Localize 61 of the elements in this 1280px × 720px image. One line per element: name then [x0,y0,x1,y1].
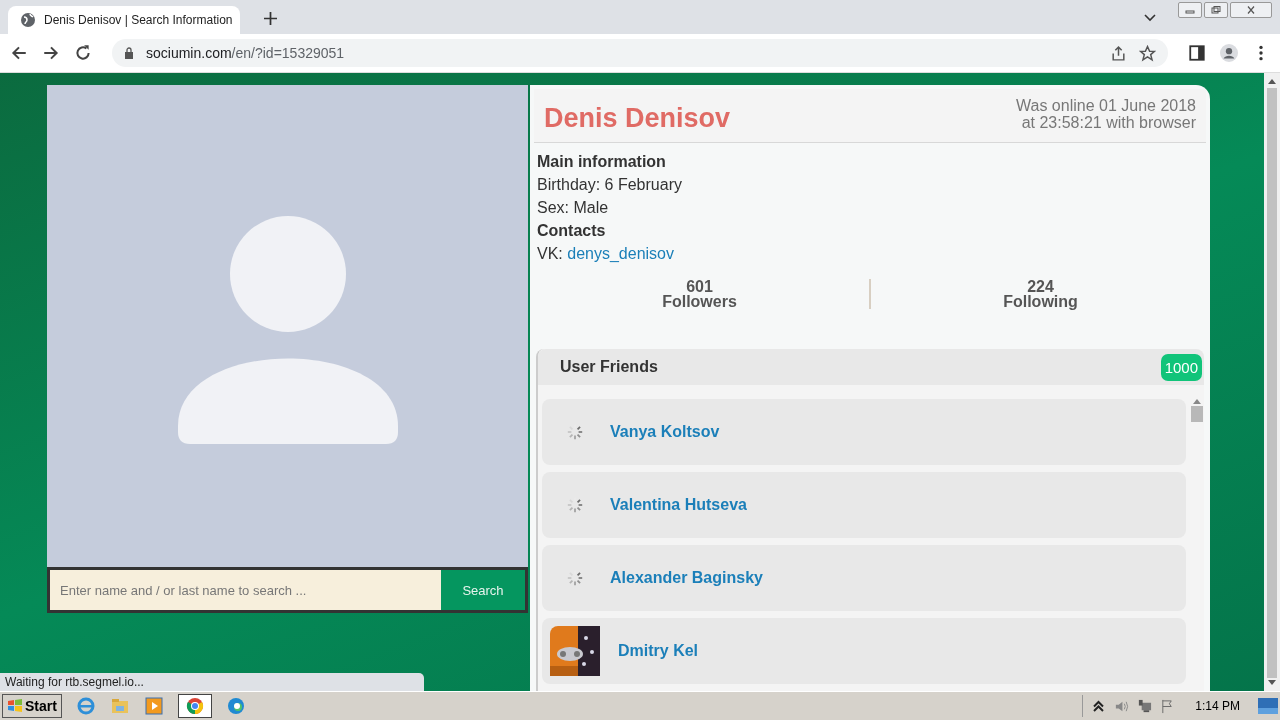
status-bar: Waiting for rtb.segmel.io... [0,673,424,691]
friend-name-link[interactable]: Alexander Baginsky [610,569,763,587]
globe-icon [20,12,36,28]
media-player-icon[interactable] [143,696,164,716]
new-tab-icon[interactable] [264,12,277,25]
forward-icon[interactable] [42,44,60,62]
reload-icon[interactable] [74,44,92,62]
clock-text: 1:14 PM [1195,699,1240,713]
share-icon[interactable] [1110,44,1127,62]
search-field[interactable]: Enter name and / or last name to search ... [50,570,441,610]
lock-icon [124,47,134,59]
loading-spinner-icon [566,423,584,441]
stat-label: Followers [662,294,737,309]
vk-label: VK: [537,245,563,262]
friends-title: User Friends [560,358,658,376]
friend-name-link[interactable]: Dmitry Kel [618,642,699,660]
stat-label: Following [1003,294,1078,309]
chrome-icon [184,696,205,716]
section-heading: Main information [537,153,666,171]
scroll-up-icon[interactable] [1193,399,1201,404]
vk-link[interactable]: denys_denisov [567,245,674,262]
sex-text: Sex: Male [537,199,609,217]
back-icon[interactable] [10,44,28,62]
section-heading: Contacts [537,222,606,240]
restore-button[interactable] [1204,2,1228,18]
last-seen-text: at 23:58:21 with browser [1021,114,1196,131]
stat-count: 601 [686,279,713,294]
friend-name-link[interactable]: Vanya Koltsov [610,423,720,441]
friend-card[interactable]: Dmitry Kel [542,618,1186,684]
edge-icon[interactable] [225,696,246,716]
page-scrollbar[interactable] [1264,73,1280,691]
profile-icon[interactable] [1220,44,1238,62]
last-seen-text: Was online 01 June 2018 [1016,97,1196,114]
chevron-down-icon[interactable] [1144,14,1156,22]
scroll-up-icon[interactable] [1268,79,1276,84]
start-button[interactable]: Start [2,694,62,718]
loading-spinner-icon [566,496,584,514]
scrollbar-thumb[interactable] [1191,406,1203,422]
close-icon [1246,6,1256,14]
friend-card[interactable]: Valentina Hutseva [542,472,1186,538]
person-silhouette-icon [177,216,398,444]
side-panel-icon[interactable] [1188,44,1206,62]
address-bar[interactable]: sociumin.com/en/?id=15329051 [112,39,1168,67]
friend-card[interactable]: Vanya Koltsov [542,399,1186,465]
restore-icon [1211,6,1221,14]
profile-name: Denis Denisov [544,103,731,134]
friend-card[interactable]: Alexander Baginsky [542,545,1186,611]
tab-title: Denis Denisov | Search Information [44,13,233,27]
close-window-button[interactable] [1230,2,1272,18]
friends-count: 1000 [1160,353,1202,381]
chrome-taskbar-button[interactable] [177,694,212,718]
network-icon[interactable] [1137,698,1153,714]
scroll-down-icon[interactable] [1268,680,1276,685]
star-icon[interactable] [1139,44,1156,62]
browser-tab[interactable]: Denis Denisov | Search Information [8,6,240,34]
stat-count: 224 [1027,279,1054,294]
search-button[interactable]: Search [441,570,525,610]
friend-name-link[interactable]: Valentina Hutseva [610,496,747,514]
birthday-text: Birthday: 6 February [537,176,682,194]
loading-spinner-icon [566,569,584,587]
windows-logo-icon [7,698,23,714]
